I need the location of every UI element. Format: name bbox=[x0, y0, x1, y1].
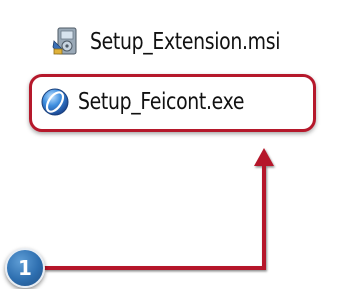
file-name-label: Setup_Extension.msi bbox=[90, 29, 281, 55]
step-number-badge: 1 bbox=[5, 248, 45, 288]
highlight-box bbox=[29, 74, 316, 132]
file-item-setup-extension-msi[interactable]: Setup_Extension.msi bbox=[52, 20, 322, 64]
step-number-label: 1 bbox=[18, 256, 32, 280]
file-list: Setup_Extension.msi Setup_Feicont.exe bbox=[0, 0, 347, 190]
msi-installer-icon bbox=[52, 27, 77, 55]
